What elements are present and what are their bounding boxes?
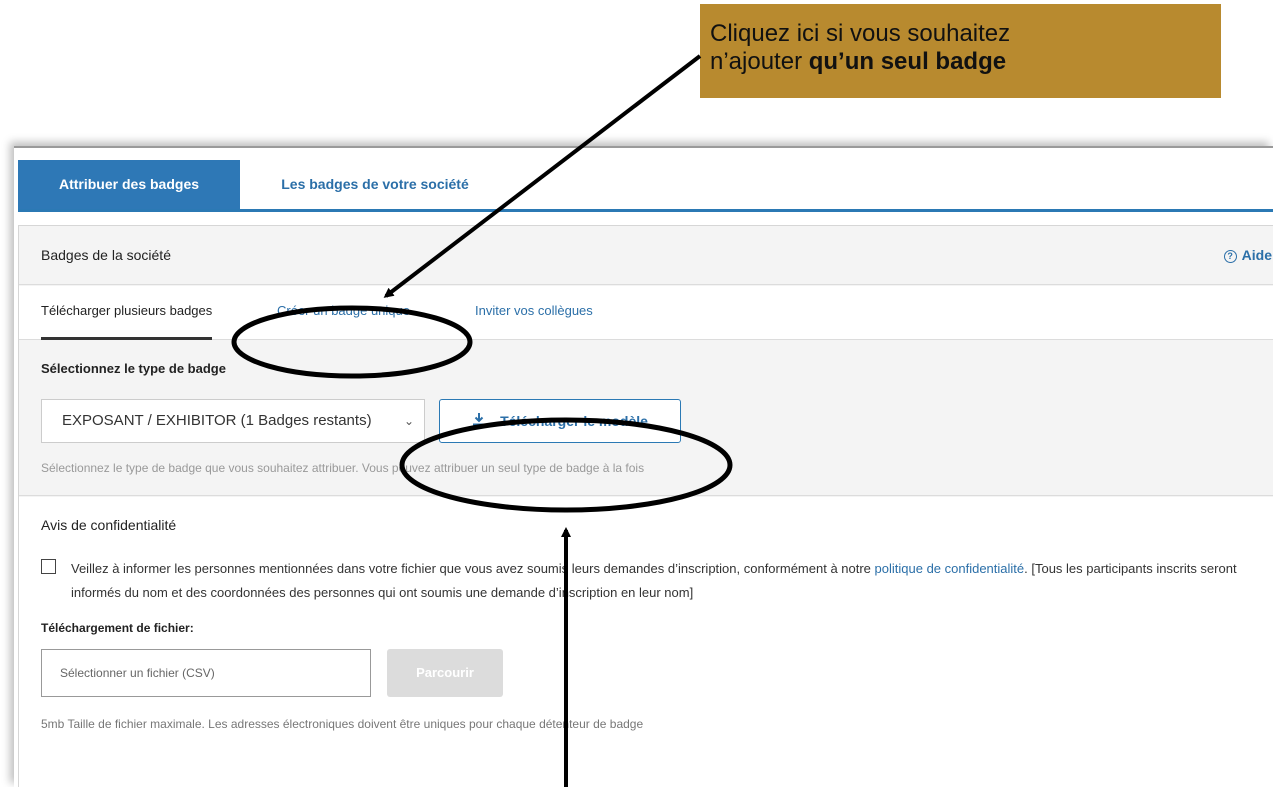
file-upload-label: Téléchargement de fichier: [41, 621, 194, 635]
download-template-label: Télécharger le modèle [500, 413, 648, 429]
browse-button[interactable]: Parcourir [387, 649, 503, 697]
subtab-create-single[interactable]: Créer un badge unique [277, 286, 410, 336]
privacy-notice: Veillez à informer les personnes mention… [71, 557, 1261, 605]
screenshot-panel: Attribuer des badges Les badges de votre… [14, 146, 1273, 787]
download-template-button[interactable]: Télécharger le modèle [439, 399, 681, 443]
badge-type-selected: EXPOSANT / EXHIBITOR (1 Badges restants) [62, 412, 372, 429]
subtab-upload-multiple[interactable]: Télécharger plusieurs badges [41, 286, 213, 340]
badge-type-label: Sélectionnez le type de badge [41, 361, 226, 376]
privacy-text-before: Veillez à informer les personnes mention… [71, 561, 875, 576]
download-icon [472, 400, 486, 442]
annotation-callout: Cliquez ici si vous souhaitez n’ajouter … [700, 4, 1221, 98]
tab-assign-badges[interactable]: Attribuer des badges [18, 160, 240, 209]
sub-tabs: Télécharger plusieurs badges Créer un ba… [19, 286, 1273, 340]
tab-company-badges[interactable]: Les badges de votre société [240, 160, 510, 209]
help-label: Aide [1241, 247, 1272, 263]
privacy-title: Avis de confidentialité [41, 517, 177, 533]
privacy-section: Avis de confidentialité Veillez à inform… [19, 497, 1273, 787]
card-title: Badges de la société [41, 247, 171, 263]
card-header: Badges de la société ? Aide [19, 226, 1273, 285]
callout-line-2-prefix: n’ajouter [710, 48, 809, 75]
company-badges-card: Badges de la société ? Aide Télécharger p… [18, 225, 1273, 787]
privacy-checkbox[interactable] [41, 559, 56, 574]
callout-line-1: Cliquez ici si vous souhaitez [710, 20, 1011, 47]
file-input[interactable]: Sélectionner un fichier (CSV) [41, 649, 371, 697]
question-circle-icon: ? [1223, 250, 1237, 263]
file-size-footnote: 5mb Taille de fichier maximale. Les adre… [41, 717, 644, 731]
badge-type-section: Sélectionnez le type de badge EXPOSANT /… [19, 341, 1273, 496]
badge-type-hint: Sélectionnez le type de badge que vous s… [41, 461, 645, 475]
callout-line-2-bold: qu’un seul badge [808, 48, 1007, 75]
subtab-invite-colleagues[interactable]: Inviter vos collègues [475, 286, 593, 336]
chevron-down-icon: ⌄ [403, 414, 414, 428]
help-link[interactable]: ? Aide [1223, 226, 1272, 285]
badge-type-select[interactable]: EXPOSANT / EXHIBITOR (1 Badges restants)… [41, 399, 425, 443]
main-tabs: Attribuer des badges Les badges de votre… [18, 160, 1273, 212]
callout-line-2: n’ajouter qu’un seul badge [710, 48, 1211, 76]
privacy-policy-link[interactable]: politique de confidentialité [875, 561, 1025, 576]
